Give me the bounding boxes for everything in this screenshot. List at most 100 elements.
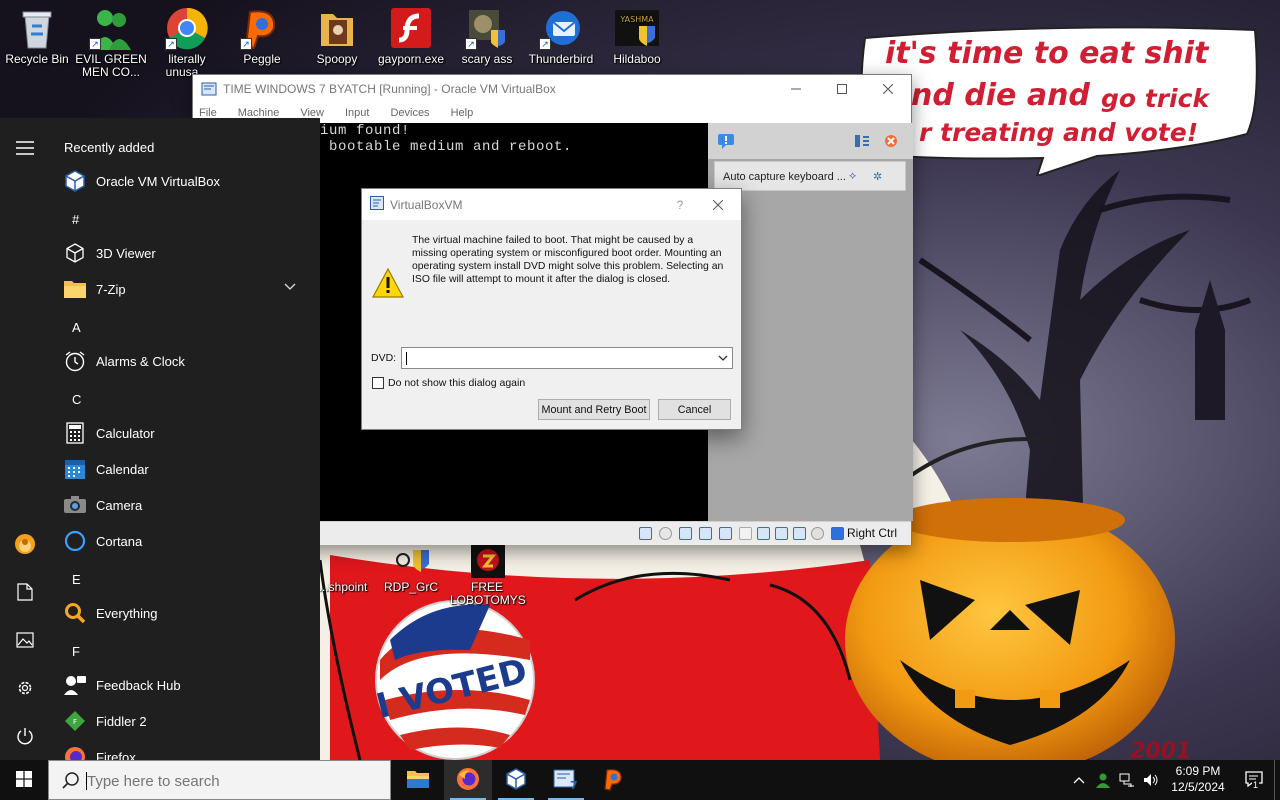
user-avatar-icon[interactable] — [13, 532, 37, 556]
display-icon[interactable] — [757, 527, 770, 540]
boot-failure-dialog[interactable]: VirtualBoxVM ? The virtual machine faile… — [361, 188, 742, 430]
mount-and-retry-button[interactable]: Mount and Retry Boot — [538, 399, 650, 420]
svg-text:F: F — [73, 718, 77, 726]
volume-tray-icon[interactable] — [1140, 760, 1162, 800]
close-icon[interactable]: ✲ — [873, 170, 882, 183]
group-letter-hash[interactable]: # — [72, 212, 79, 227]
dont-show-checkbox[interactable] — [372, 377, 384, 389]
show-hidden-icons-chevron[interactable] — [1068, 760, 1090, 800]
app-item-cortana[interactable]: Cortana — [50, 524, 310, 558]
thunderbird-icon: ↗ — [539, 6, 583, 50]
group-letter-f[interactable]: F — [72, 644, 80, 659]
app-item-everything[interactable]: Everything — [50, 596, 310, 630]
keyboard-capture-icon[interactable] — [831, 527, 844, 540]
close-button[interactable] — [865, 75, 911, 103]
network-icon[interactable] — [699, 527, 712, 540]
hard-disk-icon[interactable] — [639, 527, 652, 540]
settings-gear-icon[interactable] — [13, 676, 37, 700]
taskbar-firefox[interactable] — [444, 760, 492, 800]
taskbar-peggle[interactable] — [590, 760, 638, 800]
group-letter-c[interactable]: C — [72, 392, 81, 407]
mute-icon[interactable]: ⟡ — [849, 170, 856, 183]
desktop-icon-evil-green-men[interactable]: ↗ EVIL GREEN MEN CO... — [74, 0, 148, 79]
firefox-icon — [63, 745, 87, 760]
cancel-button[interactable]: Cancel — [658, 399, 731, 420]
chevron-down-icon[interactable] — [718, 351, 728, 368]
file-explorer-icon — [406, 769, 430, 792]
hamburger-menu-icon[interactable] — [13, 136, 37, 160]
usb-icon[interactable] — [719, 527, 732, 540]
dvd-select[interactable] — [401, 347, 733, 369]
menu-devices[interactable]: Devices — [390, 107, 429, 119]
bubble-line-2b: go trick — [1101, 84, 1210, 113]
app-item-calculator[interactable]: Calculator — [50, 416, 310, 450]
desktop-icon-label: Thunderbird — [528, 52, 594, 66]
app-list: Recently added Oracle VM VirtualBox # 3D… — [50, 118, 320, 760]
app-item-alarms-clock[interactable]: Alarms & Clock — [50, 344, 310, 378]
app-label: Alarms & Clock — [96, 353, 185, 369]
notification-text: Auto capture keyboard ... — [723, 171, 846, 183]
calendar-icon — [63, 457, 87, 481]
group-letter-a[interactable]: A — [72, 320, 81, 335]
help-button[interactable]: ? — [665, 198, 695, 212]
desktop-icon-gayporn-exe[interactable]: gayporn.exe — [374, 0, 448, 66]
close-all-notifications-icon[interactable] — [882, 133, 900, 152]
start-button[interactable] — [0, 760, 48, 800]
app-item-firefox[interactable]: Firefox — [50, 740, 310, 760]
bubble-line-1: it's time to eat shit — [885, 36, 1209, 71]
menu-help[interactable]: Help — [451, 107, 474, 119]
minimize-button[interactable] — [773, 75, 819, 103]
desktop-icon-hildaboo[interactable]: YASHMA Hildaboo — [600, 0, 674, 66]
recording-icon[interactable] — [775, 527, 788, 540]
desktop-icon-thunderbird[interactable]: ↗ Thunderbird — [524, 0, 598, 66]
chevron-down-icon[interactable] — [284, 280, 296, 294]
clock-date: 12/5/2024 — [1171, 780, 1225, 794]
vbox-titlebar[interactable]: TIME WINDOWS 7 BYATCH [Running] - Oracle… — [193, 75, 911, 103]
taskbar-virtualbox[interactable] — [492, 760, 540, 800]
desktop-icon-spoopy[interactable]: Spoopy — [300, 0, 374, 66]
dialog-close-button[interactable] — [695, 199, 741, 210]
app-item-3d-viewer[interactable]: 3D Viewer — [50, 236, 310, 270]
search-input[interactable] — [87, 769, 377, 793]
window-title: TIME WINDOWS 7 BYATCH [Running] - Oracle… — [223, 82, 556, 96]
svg-text:YASHMA: YASHMA — [619, 15, 654, 24]
mouse-integration-icon[interactable] — [811, 527, 824, 540]
dont-show-label[interactable]: Do not show this dialog again — [388, 377, 525, 389]
app-item-7-zip[interactable]: 7-Zip — [50, 272, 310, 306]
taskbar-clock[interactable]: 6:09 PM 12/5/2024 — [1162, 763, 1234, 795]
maximize-button[interactable] — [819, 75, 865, 103]
dialog-titlebar[interactable]: VirtualBoxVM ? — [362, 189, 741, 220]
desktop-icon-peggle[interactable]: ↗ Peggle — [225, 0, 299, 66]
dvd-label: DVD: — [371, 352, 397, 364]
app-item-feedback-hub[interactable]: Feedback Hub — [50, 668, 310, 702]
shared-folders-icon[interactable] — [739, 527, 752, 540]
desktop-icon-scary-ass[interactable]: ↗ scary ass — [450, 0, 524, 66]
app-item-oracle-vm-virtualbox[interactable]: Oracle VM VirtualBox — [50, 164, 310, 198]
group-letter-e[interactable]: E — [72, 572, 81, 587]
calculator-icon — [63, 421, 87, 445]
desktop-icon-literally-unusable[interactable]: ↗ literally unusa... — [150, 0, 224, 79]
power-icon[interactable] — [13, 724, 37, 748]
desktop-icon-recycle-bin[interactable]: Recycle Bin — [0, 0, 74, 66]
desktop-icon-label: EVIL GREEN MEN CO... — [75, 52, 147, 79]
app-item-calendar[interactable]: Calendar — [50, 452, 310, 486]
dialog-title: VirtualBoxVM — [390, 197, 463, 212]
menu-input[interactable]: Input — [345, 107, 369, 119]
app-item-fiddler-2[interactable]: F Fiddler 2 — [50, 704, 310, 738]
taskbar-search-box[interactable] — [48, 760, 391, 800]
people-tray-icon[interactable] — [1092, 760, 1114, 800]
taskbar-virtualbox-vm[interactable]: 7 — [542, 760, 590, 800]
taskbar-file-explorer[interactable] — [394, 760, 442, 800]
audio-icon[interactable] — [679, 527, 692, 540]
optical-drive-icon[interactable] — [659, 527, 672, 540]
toggle-notifications-icon[interactable] — [854, 133, 870, 152]
app-item-camera[interactable]: Camera — [50, 488, 310, 522]
message-icon[interactable] — [717, 133, 735, 152]
network-tray-icon[interactable] — [1116, 760, 1138, 800]
auto-capture-notification[interactable]: Auto capture keyboard ... ⟡ ✲ — [714, 161, 906, 191]
cpu-icon[interactable] — [793, 527, 806, 540]
pictures-icon[interactable] — [13, 628, 37, 652]
show-desktop-button[interactable] — [1274, 760, 1280, 800]
documents-icon[interactable] — [13, 580, 37, 604]
app-label: Calendar — [96, 461, 149, 477]
